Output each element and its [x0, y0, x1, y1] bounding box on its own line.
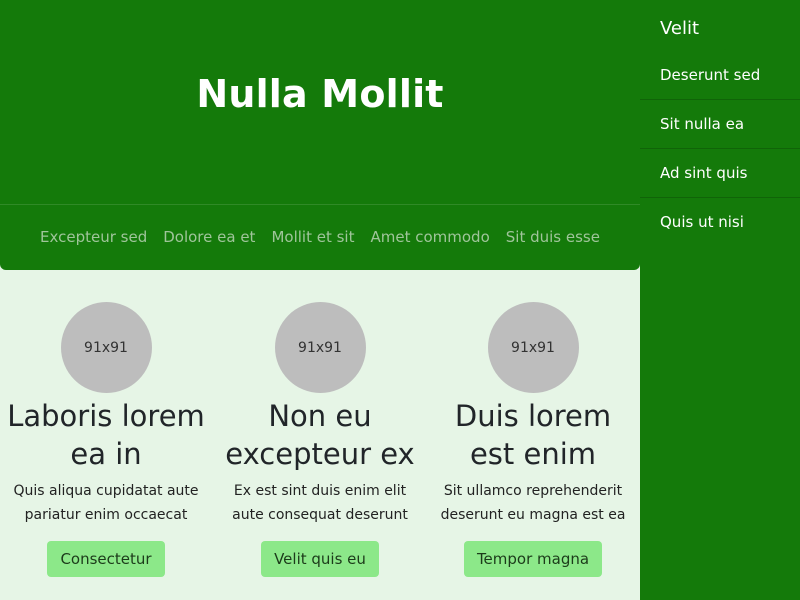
card-image-placeholder: 91x91 [274, 302, 366, 393]
card-button[interactable]: Velit quis eu [261, 541, 379, 577]
hero-title: Nulla Mollit [196, 72, 444, 116]
nav-link-sit-duis-esse[interactable]: Sit duis esse [498, 226, 608, 248]
image-size-label: 91x91 [298, 339, 342, 356]
sidebar: Velit Deserunt sed Sit nulla ea Ad sint … [640, 0, 800, 600]
sidebar-item-sit-nulla-ea[interactable]: Sit nulla ea [640, 100, 800, 149]
card-grid: 91x91 Laboris lorem ea in Quis aliqua cu… [0, 302, 640, 600]
image-size-label: 91x91 [84, 339, 128, 356]
sidebar-item-ad-sint-quis[interactable]: Ad sint quis [640, 149, 800, 198]
card-title: Non eu excepteur ex [225, 399, 415, 471]
card-text: Quis aliqua cupidatat aute pariatur enim… [13, 483, 199, 523]
card-image-placeholder: 91x91 [60, 302, 152, 393]
card-2: 91x91 Non eu excepteur ex Ex est sint du… [218, 302, 422, 577]
card-title: Duis lorem est enim [454, 399, 612, 471]
nav-link-dolore-ea-et[interactable]: Dolore ea et [155, 226, 263, 248]
nav-link-mollit-et-sit[interactable]: Mollit et sit [263, 226, 362, 248]
image-size-label: 91x91 [511, 339, 555, 356]
card-button[interactable]: Tempor magna [463, 541, 603, 577]
sidebar-title: Velit [660, 18, 700, 39]
card-title: Laboris lorem ea in [7, 399, 205, 471]
card-3: 91x91 Duis lorem est enim Sit ullamco re… [431, 302, 635, 577]
card-image-placeholder: 91x91 [487, 302, 579, 393]
hero-divider [0, 204, 640, 205]
card-button[interactable]: Consectetur [47, 541, 165, 577]
card-1: 91x91 Laboris lorem ea in Quis aliqua cu… [4, 302, 208, 577]
sidebar-item-deserunt-sed[interactable]: Deserunt sed [640, 51, 800, 100]
hero-banner: Nulla Mollit Excepteur sed Dolore ea et … [0, 0, 640, 270]
sidebar-item-quis-ut-nisi[interactable]: Quis ut nisi [640, 198, 800, 246]
card-text: Sit ullamco reprehenderit deserunt eu ma… [440, 483, 626, 523]
nav-link-amet-commodo[interactable]: Amet commodo [362, 226, 497, 248]
card-text: Ex est sint duis enim elit aute consequa… [232, 483, 408, 523]
nav-link-excepteur-sed[interactable]: Excepteur sed [32, 226, 155, 248]
hero-nav: Excepteur sed Dolore ea et Mollit et sit… [0, 226, 640, 248]
